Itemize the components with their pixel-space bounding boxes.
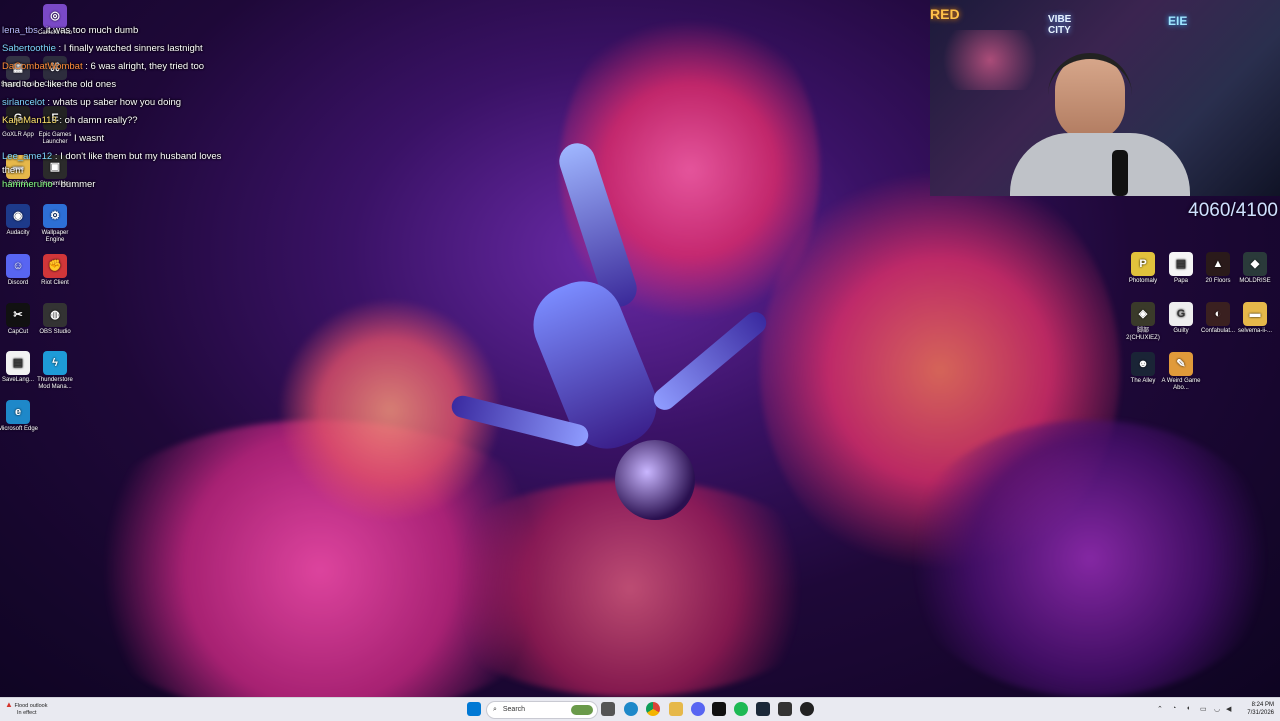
chat-message: hard to be like the old ones [2, 79, 117, 90]
search-icon: ⌕ [493, 706, 497, 713]
discord-icon: ☺ [6, 254, 30, 278]
desktop-icon[interactable]: ✊ Riot Client [33, 254, 77, 287]
wallpaper-engine-icon: ⚙ [43, 204, 67, 228]
chat-message: lena_tbs : it was too much dumb [2, 25, 139, 36]
folder-icon: ▬ [1243, 302, 1267, 326]
desktop-icon[interactable]: ◆ MOLDRISE [1233, 252, 1277, 285]
file-icon: ▤ [1169, 252, 1193, 276]
battery-icon[interactable]: ▭ [1200, 705, 1207, 713]
photomaly-icon: P [1131, 252, 1155, 276]
desktop-icon[interactable]: ▬ selvema-ii-... [1233, 302, 1277, 335]
chat-message: DaCombatWombat : 6 was alright, they tri… [2, 61, 205, 72]
desktop-icon-label: Wallpaper Engine [41, 230, 69, 243]
game-icon: ◆ [1243, 252, 1267, 276]
obs-icon: ◍ [43, 303, 67, 327]
desktop-icon[interactable]: ✎ A Weird Game Abo... [1159, 352, 1203, 392]
chat-message: I wasnt [74, 133, 105, 144]
chat-message: Lee_ame12 : I don't like them but my hus… [2, 151, 222, 162]
file-icon: ▤ [6, 351, 30, 375]
thunderstore-icon: ϟ [43, 351, 67, 375]
alert-icon: ▲ [5, 700, 13, 709]
desktop-icon-label: Thunderstore Mod Mana... [37, 377, 73, 390]
desktop-icon[interactable]: e Microsoft Edge [0, 400, 40, 433]
chat-message: hammeruno : bummer [2, 179, 96, 190]
game-icon: ☻ [1131, 352, 1155, 376]
chat-message: KaijuMan113 : oh damn really?? [2, 115, 138, 126]
desktop-icon-label: MOLDRISE [1239, 278, 1271, 284]
search-highlight-icon [571, 705, 593, 715]
neon-sign-right: EIE [1168, 14, 1188, 28]
subscriber-goal-counter: 4060/4100 [1188, 200, 1278, 221]
stream-chat: lena_tbs : it was too much dumb Sabertoo… [2, 22, 302, 194]
neon-sign-left: RED [930, 6, 960, 22]
neon-sign-center: VIBE CITY [1048, 14, 1072, 36]
obs-taskbar-icon[interactable] [800, 702, 814, 716]
volume-icon[interactable]: ◖ [1186, 705, 1190, 712]
steam-taskbar-icon[interactable] [756, 702, 770, 716]
wifi-icon[interactable]: ◡ [1214, 705, 1220, 713]
audacity-icon: ◉ [6, 204, 30, 228]
file-explorer-icon[interactable] [669, 702, 683, 716]
tray-overflow-chevron-icon[interactable]: ⌃ [1157, 705, 1163, 713]
game-icon: ✎ [1169, 352, 1193, 376]
speaker-icon[interactable]: ◀ [1226, 705, 1231, 713]
system-clock[interactable]: 8:24 PM 7/31/2026 [1247, 701, 1274, 717]
desktop-icon[interactable]: ϟ Thunderstore Mod Mana... [33, 351, 77, 391]
game-icon: G [1169, 302, 1193, 326]
game-icon: ◈ [1131, 302, 1155, 326]
app-taskbar-icon[interactable] [778, 702, 792, 716]
spotify-taskbar-icon[interactable] [734, 702, 748, 716]
astronaut-figure [449, 138, 771, 540]
game-icon: ▲ [1206, 252, 1230, 276]
microphone [1112, 150, 1128, 196]
desktop-icon-label: Riot Client [41, 280, 69, 286]
chat-message: sirlancelot : whats up saber how you doi… [2, 97, 182, 108]
desktop-icon-label: A Weird Game Abo... [1161, 378, 1201, 391]
capcut-taskbar-icon[interactable] [712, 702, 726, 716]
desktop-icon-label: selvema-ii-... [1237, 328, 1272, 334]
chrome-taskbar-icon[interactable] [646, 702, 660, 716]
chat-message: them [2, 165, 24, 176]
start-button[interactable] [467, 702, 481, 716]
capcut-icon: ✂ [6, 303, 30, 327]
desktop-icon-label: OBS Studio [39, 329, 71, 335]
taskbar: ▲ Flood outlook In effect ⌕ Search ⌃ ◔ ◖… [0, 697, 1280, 721]
network-icon[interactable]: ◔ [1172, 705, 1176, 712]
edge-icon: e [6, 400, 30, 424]
riot-client-icon: ✊ [43, 254, 67, 278]
weather-widget[interactable]: ▲ Flood outlook In effect [5, 701, 47, 717]
game-icon: ◐ [1206, 302, 1230, 326]
desktop-icon[interactable]: ⚙ Wallpaper Engine [33, 204, 77, 244]
task-view-button[interactable] [601, 702, 615, 716]
webcam-feed: RED VIBE CITY EIE [930, 0, 1280, 196]
edge-taskbar-icon[interactable] [624, 702, 638, 716]
taskbar-search[interactable]: ⌕ Search [486, 701, 598, 719]
desktop-icon-label: Microsoft Edge [0, 426, 39, 432]
discord-taskbar-icon[interactable] [691, 702, 705, 716]
desktop-icon[interactable]: ◍ OBS Studio [33, 303, 77, 336]
chat-message: Sabertoothie : I finally watched sinners… [2, 43, 203, 54]
